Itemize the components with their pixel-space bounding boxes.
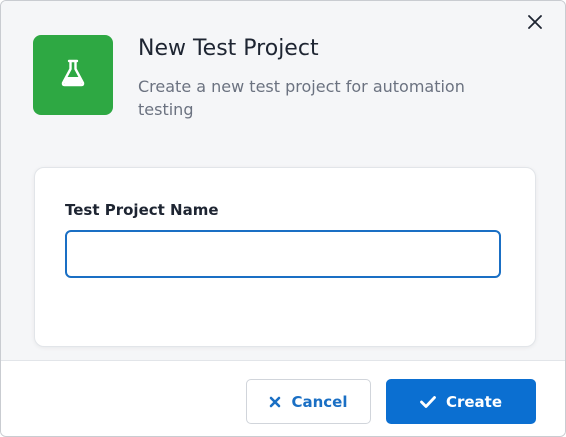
close-button[interactable] [523,11,547,35]
x-icon [269,396,281,408]
project-name-label: Test Project Name [65,201,219,219]
cancel-button-label: Cancel [291,392,348,411]
new-test-project-dialog: New Test Project Create a new test proje… [0,0,566,437]
cancel-button[interactable]: Cancel [246,379,371,424]
flask-icon [60,59,86,91]
checkmark-icon [420,395,436,408]
dialog-header: New Test Project Create a new test proje… [1,1,565,143]
dialog-subtitle: Create a new test project for automation… [138,77,465,119]
dialog-footer: Cancel Create [1,360,565,436]
project-icon-tile [33,35,113,115]
dialog-title: New Test Project [138,36,319,61]
close-icon [528,14,542,33]
create-button-label: Create [445,392,503,411]
form-card: Test Project Name [34,167,536,347]
create-button[interactable]: Create [386,379,536,424]
project-name-input[interactable] [65,230,501,278]
